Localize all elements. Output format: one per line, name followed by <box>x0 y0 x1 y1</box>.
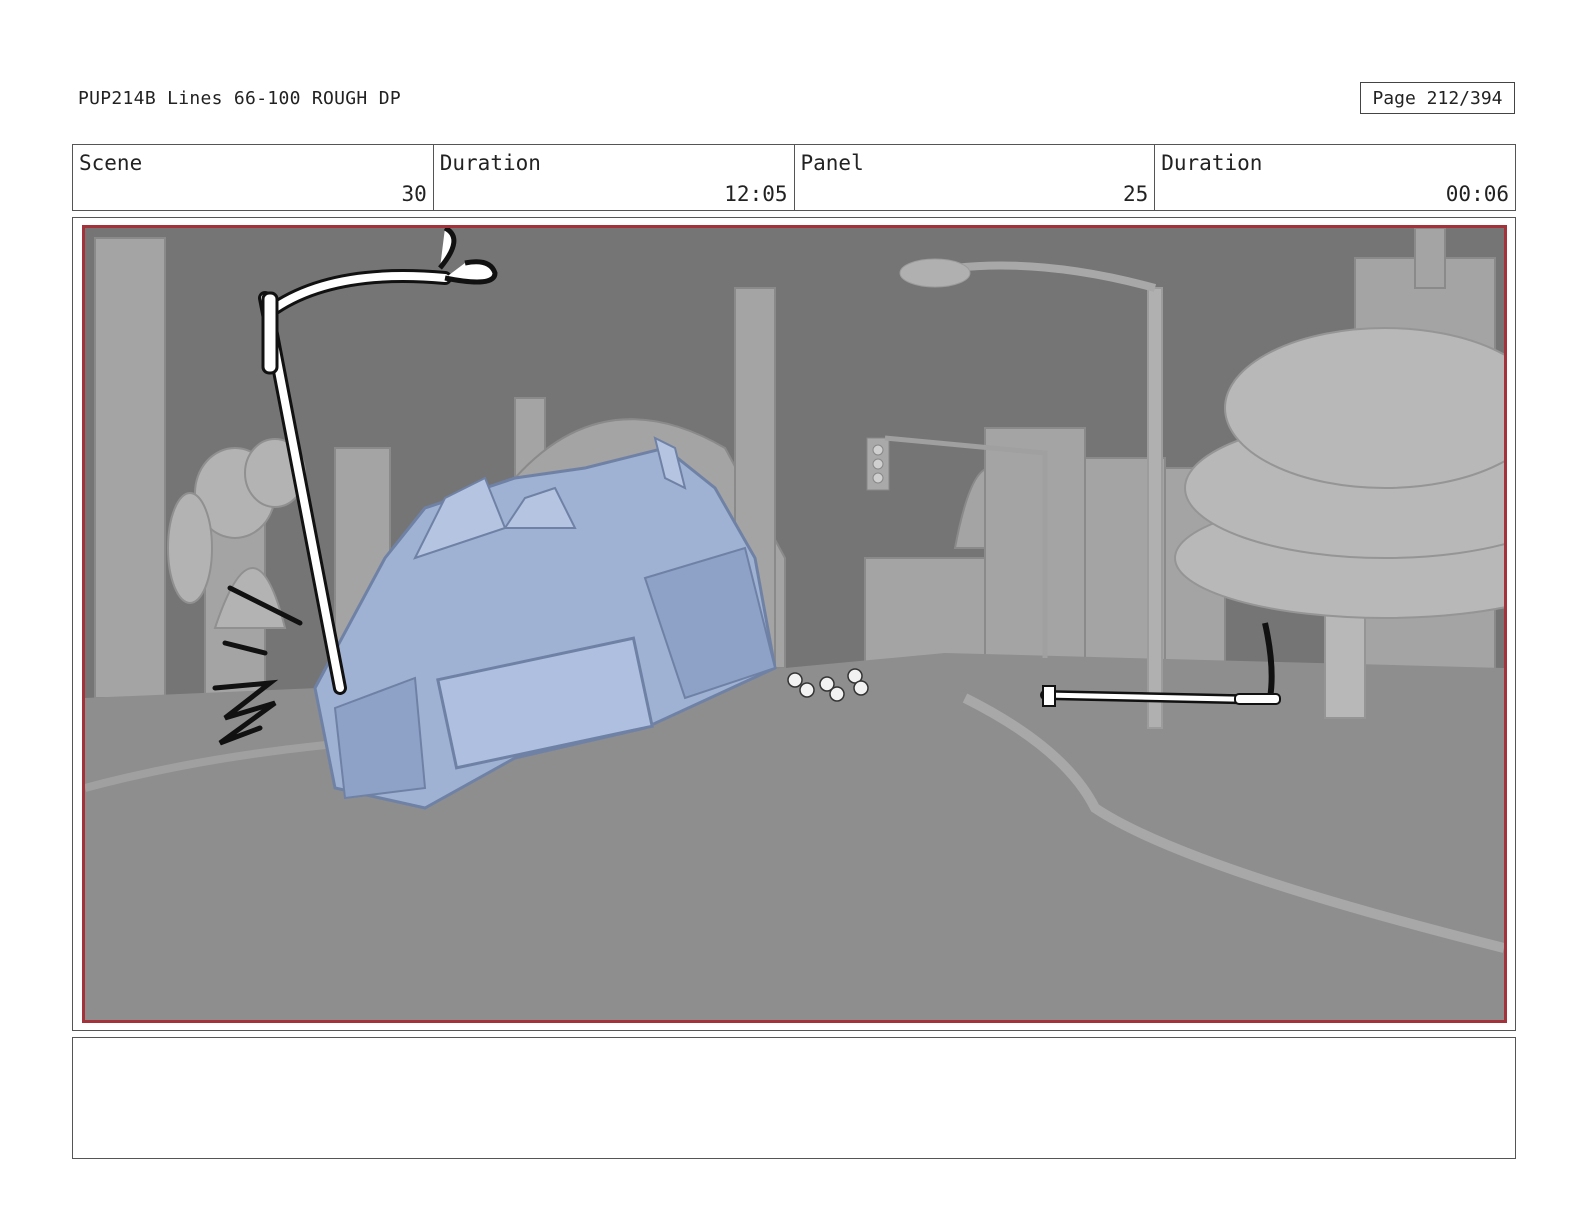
info-table: Scene 30 Duration 12:05 Panel 25 Duratio… <box>72 144 1516 211</box>
scene-duration-value: 12:05 <box>724 182 788 206</box>
storyboard-artwork <box>85 228 1504 1020</box>
scene-duration-cell: Duration 12:05 <box>434 145 795 210</box>
panel-cell: Panel 25 <box>795 145 1156 210</box>
scene-value: 30 <box>401 182 427 206</box>
document-title: PUP214B Lines 66-100 ROUGH DP <box>78 88 401 109</box>
panel-duration-value: 00:06 <box>1445 182 1509 206</box>
panel-value: 25 <box>1122 182 1149 206</box>
panel-duration-label: Duration <box>1161 151 1263 175</box>
scene-duration-label: Duration <box>439 151 541 175</box>
panel-label: Panel <box>800 151 864 175</box>
notes-box <box>72 1037 1516 1159</box>
scene-cell: Scene 30 <box>73 145 434 210</box>
scene-label: Scene <box>79 151 143 175</box>
storyboard-image <box>82 225 1507 1023</box>
panel-duration-cell: Duration 00:06 <box>1155 145 1515 210</box>
road <box>85 653 1504 1020</box>
page-number: Page 212/394 <box>1360 82 1515 114</box>
